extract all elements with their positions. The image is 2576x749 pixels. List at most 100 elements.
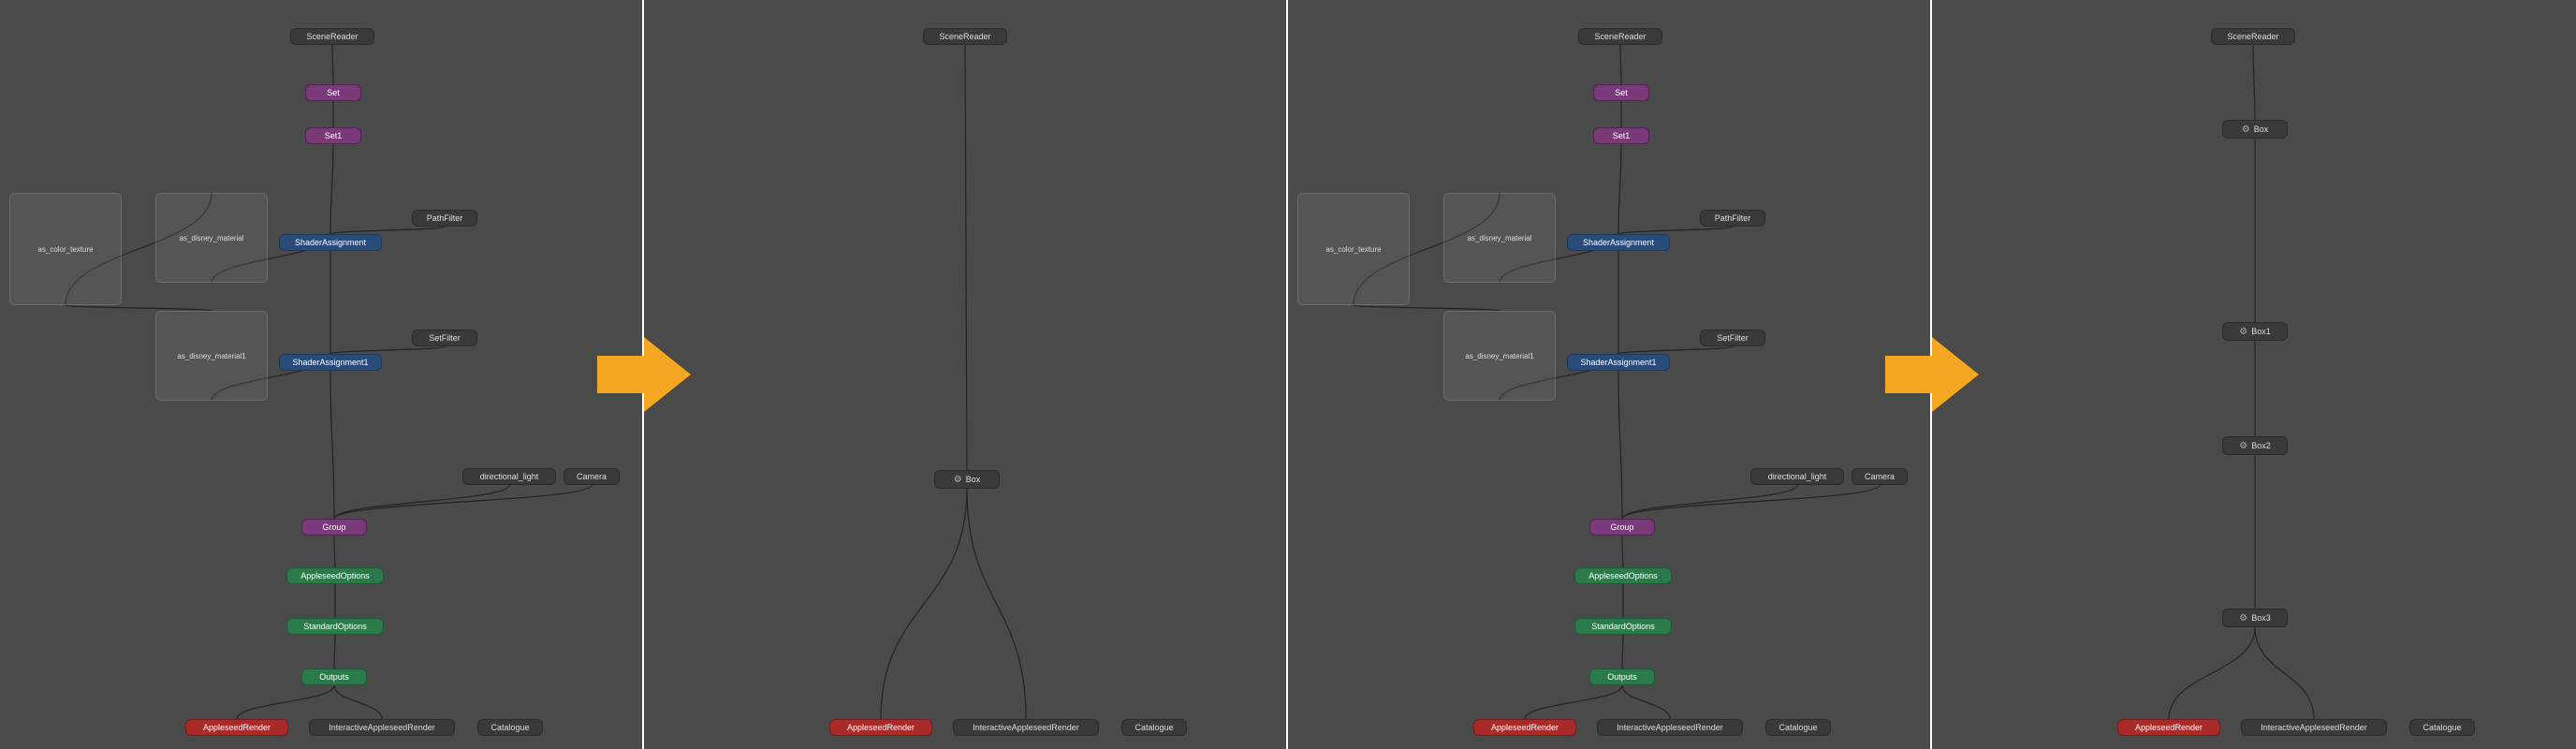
- node-big_tex[interactable]: as_color_texture: [9, 193, 122, 305]
- node-interactive[interactable]: InteractiveAppleseedRender: [309, 719, 455, 736]
- node-appleseedrender[interactable]: AppleseedRender: [185, 719, 288, 736]
- node-label: SetFilter: [1717, 333, 1749, 343]
- node-label: StandardOptions: [1591, 622, 1655, 631]
- node-box2[interactable]: ⚙Box2: [2222, 436, 2288, 455]
- node-stdopts[interactable]: StandardOptions: [286, 618, 384, 635]
- node-label: AppleseedRender: [847, 723, 915, 732]
- node-dirlight[interactable]: directional_light: [462, 468, 556, 485]
- node-label: ShaderAssignment: [1583, 238, 1654, 247]
- node-label: Box1: [2251, 327, 2271, 336]
- node-label: SetFilter: [429, 333, 461, 343]
- node-big_mat[interactable]: as_disney_material: [155, 193, 268, 283]
- node-label: PathFilter: [1715, 213, 1751, 223]
- node-label: Set1: [325, 131, 343, 140]
- node-set[interactable]: Set: [305, 84, 361, 101]
- node-big_mat1[interactable]: as_disney_material1: [155, 311, 268, 401]
- node-label: Box: [966, 475, 981, 484]
- node-label: Box3: [2251, 613, 2271, 623]
- gear-icon: ⚙: [2239, 613, 2247, 624]
- node-group[interactable]: Group: [1589, 519, 1655, 536]
- node-label: as_disney_material1: [177, 352, 245, 360]
- node-label: AppleseedRender: [203, 723, 271, 732]
- node-group[interactable]: Group: [301, 519, 367, 536]
- node-label: Outputs: [319, 672, 349, 682]
- node-outputs[interactable]: Outputs: [1589, 668, 1655, 685]
- node-appleseedopts[interactable]: AppleseedOptions: [286, 567, 384, 584]
- gear-icon: ⚙: [954, 475, 962, 485]
- node-dirlight[interactable]: directional_light: [1750, 468, 1844, 485]
- panel-1: SceneReader Set Set1 ShaderAssignment PathFi…: [0, 0, 644, 749]
- node-outputs[interactable]: Outputs: [301, 668, 367, 685]
- node-label: Set: [327, 88, 340, 97]
- node-scenereader[interactable]: SceneReader: [923, 28, 1007, 45]
- node-set1[interactable]: Set1: [305, 127, 361, 144]
- node-label: SceneReader: [939, 32, 990, 41]
- node-appleseedrender[interactable]: AppleseedRender: [829, 719, 932, 736]
- node-box[interactable]: ⚙ Box: [934, 470, 1000, 489]
- node-label: InteractiveAppleseedRender: [2261, 723, 2367, 732]
- node-catalogue[interactable]: Catalogue: [1765, 719, 1831, 736]
- node-stdopts[interactable]: StandardOptions: [1574, 618, 1672, 635]
- gear-icon: ⚙: [2239, 327, 2247, 337]
- node-interactive[interactable]: InteractiveAppleseedRender: [1597, 719, 1743, 736]
- node-set[interactable]: Set: [1593, 84, 1649, 101]
- node-label: Set: [1615, 88, 1628, 97]
- node-label: AppleseedOptions: [300, 571, 370, 580]
- node-shaderassign[interactable]: ShaderAssignment: [279, 234, 382, 251]
- node-label: ShaderAssignment1: [292, 358, 368, 367]
- node-label: SceneReader: [2227, 32, 2278, 41]
- node-shaderassign1[interactable]: ShaderAssignment1: [1567, 354, 1670, 371]
- node-label: Catalogue: [2422, 723, 2461, 732]
- panel-2: SceneReader ⚙ Box AppleseedRender Interactiv…: [644, 0, 1288, 749]
- node-big_mat1[interactable]: as_disney_material1: [1443, 311, 1556, 401]
- node-label: as_disney_material1: [1465, 352, 1533, 360]
- panel-3: SceneReader Set Set1 ShaderAssignment PathFi…: [1288, 0, 1932, 749]
- node-label: ShaderAssignment: [295, 238, 366, 247]
- node-label: Catalogue: [1134, 723, 1173, 732]
- node-label: ShaderAssignment1: [1580, 358, 1656, 367]
- node-set1[interactable]: Set1: [1593, 127, 1649, 144]
- node-big_mat[interactable]: as_disney_material: [1443, 193, 1556, 283]
- node-camera[interactable]: Camera: [564, 468, 620, 485]
- node-label: StandardOptions: [303, 622, 367, 631]
- node-catalogue[interactable]: Catalogue: [477, 719, 543, 736]
- node-shaderassign1[interactable]: ShaderAssignment1: [279, 354, 382, 371]
- node-label: Camera: [1865, 472, 1895, 481]
- node-box1[interactable]: ⚙ Box1: [2222, 322, 2288, 341]
- node-label: AppleseedRender: [2135, 723, 2203, 732]
- node-shaderassign[interactable]: ShaderAssignment: [1567, 234, 1670, 251]
- node-label: Group: [1610, 522, 1633, 532]
- node-appleseedopts[interactable]: AppleseedOptions: [1574, 567, 1672, 584]
- node-label: PathFilter: [427, 213, 463, 223]
- node-interactive[interactable]: InteractiveAppleseedRender: [2241, 719, 2387, 736]
- node-label: as_color_texture: [37, 245, 93, 254]
- node-catalogue[interactable]: Catalogue: [2409, 719, 2475, 736]
- node-label: InteractiveAppleseedRender: [973, 723, 1079, 732]
- node-label: SceneReader: [306, 32, 358, 41]
- node-scenereader[interactable]: SceneReader: [2211, 28, 2295, 45]
- node-interactive[interactable]: InteractiveAppleseedRender: [953, 719, 1099, 736]
- node-appleseedrender[interactable]: AppleseedRender: [2117, 719, 2220, 736]
- node-pathfilter[interactable]: PathFilter: [412, 210, 477, 227]
- node-box[interactable]: ⚙Box: [2222, 120, 2288, 139]
- node-label: AppleseedOptions: [1588, 571, 1658, 580]
- node-setfilter[interactable]: SetFilter: [1700, 330, 1765, 346]
- node-pathfilter[interactable]: PathFilter: [1700, 210, 1765, 227]
- node-label: SceneReader: [1594, 32, 1646, 41]
- node-big_tex[interactable]: as_color_texture: [1297, 193, 1410, 305]
- node-label: AppleseedRender: [1491, 723, 1559, 732]
- node-label: Group: [322, 522, 345, 532]
- node-box3[interactable]: ⚙ Box3: [2222, 609, 2288, 627]
- node-scenereader[interactable]: SceneReader: [1578, 28, 1662, 45]
- node-camera[interactable]: Camera: [1852, 468, 1908, 485]
- transition-arrow-1: [588, 318, 700, 431]
- node-scenereader[interactable]: SceneReader: [290, 28, 374, 45]
- node-label: directional_light: [480, 472, 539, 481]
- node-setfilter[interactable]: SetFilter: [412, 330, 477, 346]
- node-appleseedrender[interactable]: AppleseedRender: [1473, 719, 1576, 736]
- gear-icon: ⚙: [2239, 441, 2247, 451]
- gear-icon: ⚙: [2242, 125, 2250, 135]
- node-catalogue[interactable]: Catalogue: [1121, 719, 1187, 736]
- panel-4: SceneReader⚙Box⚙Box1⚙Box2⚙Box3AppleseedR…: [1932, 0, 2576, 749]
- node-label: Camera: [577, 472, 607, 481]
